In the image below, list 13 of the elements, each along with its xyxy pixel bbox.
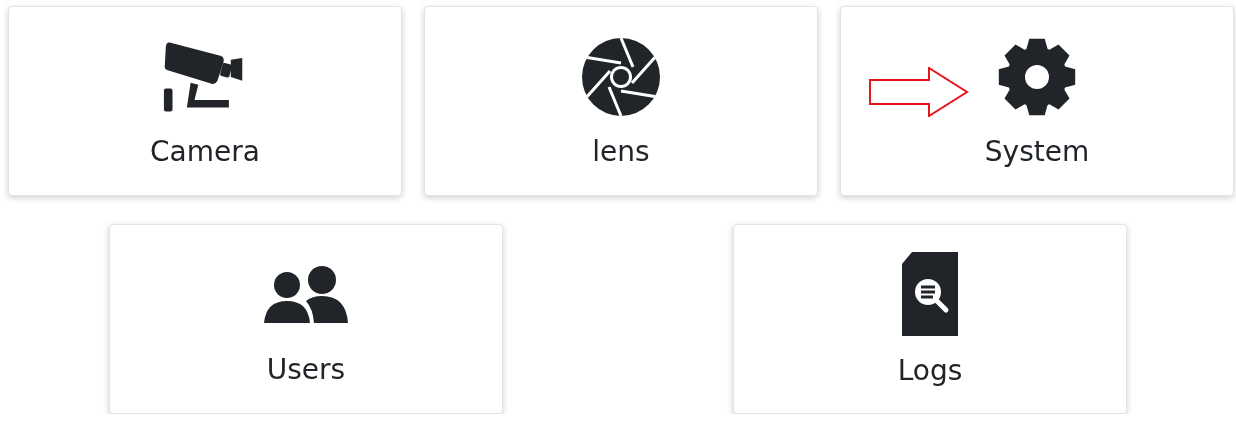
menu-card[interactable]: System [840, 6, 1234, 196]
menu-card[interactable]: Camera [8, 6, 402, 196]
card-label: Logs [897, 354, 963, 388]
card-label: Users [266, 353, 346, 387]
menu-card[interactable]: Logs [733, 224, 1127, 414]
card-label: Camera [150, 135, 260, 169]
card-label: lens [592, 135, 650, 169]
users-icon [264, 265, 348, 325]
log-file-icon [900, 252, 960, 336]
menu-card[interactable]: Users [109, 224, 503, 414]
card-label: System [984, 135, 1090, 169]
menu-card[interactable]: lens [424, 6, 818, 196]
aperture-icon [579, 37, 663, 117]
